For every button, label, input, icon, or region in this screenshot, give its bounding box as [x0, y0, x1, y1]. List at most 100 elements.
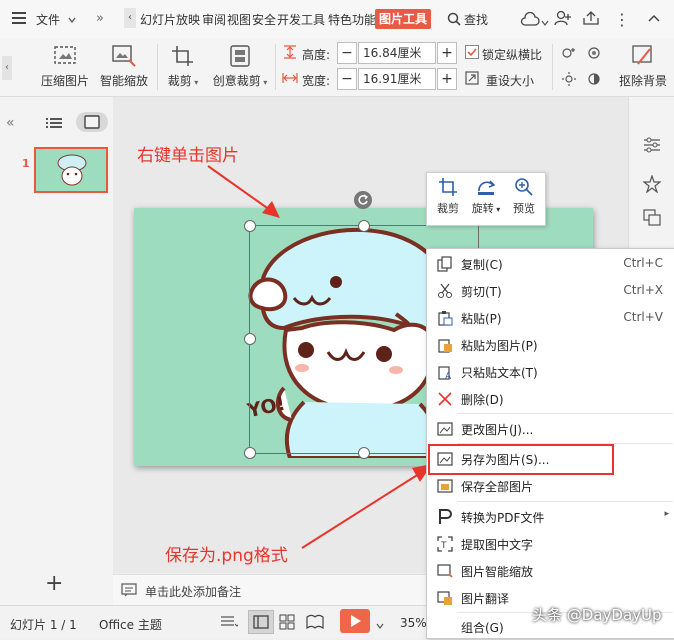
menu-item-smart-zoom[interactable]: 图片智能缩放: [427, 557, 674, 584]
tab-developer[interactable]: 开发工具: [277, 11, 325, 28]
zoom-level[interactable]: 35%: [400, 616, 427, 630]
creative-crop-button[interactable]: 创意裁剪 ▾: [210, 42, 270, 89]
file-menu[interactable]: 文件: [36, 11, 60, 28]
play-slideshow-button[interactable]: [340, 609, 370, 633]
width-label: 宽度:: [302, 74, 331, 88]
smart-zoom-label: 智能缩放: [99, 74, 148, 88]
crop-label: 裁剪: [167, 74, 192, 88]
compress-image-label: 压缩图片: [40, 74, 89, 88]
slide-sorter-icon[interactable]: [279, 614, 295, 633]
contrast-icon[interactable]: [586, 72, 602, 89]
menu-item-extract-text[interactable]: T 提取图中文字: [427, 530, 674, 557]
properties-icon[interactable]: [643, 137, 661, 156]
rotate-dropdown-icon[interactable]: ▾: [494, 205, 500, 214]
paste-image-icon: [438, 339, 452, 353]
collapse-ribbon-icon[interactable]: [648, 12, 660, 26]
thumbnail-view-icon: [84, 115, 100, 129]
mini-preview-button[interactable]: 预览: [507, 177, 541, 216]
collapse-panel-icon[interactable]: «: [6, 115, 15, 131]
reset-size-icon: [465, 71, 479, 88]
lock-ratio-label[interactable]: 锁定纵横比: [482, 46, 542, 63]
mini-crop-button[interactable]: 裁剪: [431, 177, 465, 216]
mini-rotate-button[interactable]: 旋转 ▾: [467, 177, 505, 216]
slide-thumbnail[interactable]: [34, 147, 108, 193]
search-icon[interactable]: [447, 12, 461, 29]
height-decrease-button[interactable]: −: [337, 42, 357, 64]
file-dropdown-icon[interactable]: [68, 13, 76, 27]
save-as-highlight: [428, 444, 614, 475]
search-button[interactable]: 查找: [464, 11, 488, 28]
resize-handle[interactable]: [358, 220, 370, 232]
width-decrease-button[interactable]: −: [337, 68, 357, 90]
height-icon: [282, 45, 298, 62]
reading-view-icon[interactable]: [306, 614, 324, 633]
add-user-icon[interactable]: [554, 10, 572, 29]
color-icon[interactable]: [586, 46, 602, 63]
tab-picture-tools[interactable]: 图片工具: [375, 9, 432, 29]
tab-special[interactable]: 特色功能: [328, 11, 376, 28]
resize-handle[interactable]: [244, 447, 256, 459]
outline-view-icon[interactable]: [46, 117, 62, 132]
tab-view[interactable]: 视图: [227, 11, 251, 28]
rotate-handle-icon[interactable]: [354, 191, 372, 209]
svg-text:T: T: [440, 541, 447, 551]
cloud-dropdown-icon[interactable]: [541, 15, 549, 29]
double-chevron-right-icon[interactable]: »: [96, 11, 104, 26]
normal-view-button[interactable]: [248, 610, 274, 634]
menu-item-copy[interactable]: 复制(C) Ctrl+C: [427, 250, 674, 277]
slideshow-dropdown-icon[interactable]: [376, 618, 384, 632]
tab-security[interactable]: 安全: [252, 11, 276, 28]
height-input[interactable]: 16.84厘米: [358, 42, 436, 64]
transition-icon[interactable]: [643, 209, 661, 230]
hamburger-icon[interactable]: [12, 12, 26, 24]
menu-item-paste-as-image[interactable]: 粘贴为图片(P): [427, 331, 674, 358]
theme-name[interactable]: Office 主题: [99, 616, 162, 633]
notes-toggle-icon[interactable]: [220, 615, 240, 632]
notes-icon: [121, 583, 137, 600]
tab-scroll-left-icon[interactable]: ‹: [124, 8, 136, 28]
mini-preview-label: 预览: [513, 202, 535, 215]
reset-size-button[interactable]: 重设大小: [486, 72, 534, 89]
remove-background-button[interactable]: 抠除背景: [612, 42, 674, 89]
watermark: 头条 @DayDayUp: [532, 606, 662, 624]
notes-placeholder[interactable]: 单击此处添加备注: [145, 583, 241, 600]
change-image-icon: [437, 422, 453, 436]
lock-ratio-checkbox[interactable]: [465, 45, 479, 59]
share-icon[interactable]: [582, 10, 600, 29]
menu-item-convert-pdf[interactable]: 转换为PDF文件 ▸: [427, 503, 674, 530]
annotation-save-png: 保存为.png格式: [165, 546, 288, 566]
tab-review[interactable]: 审阅: [202, 11, 226, 28]
checkmark-icon: [467, 48, 477, 57]
menu-item-change-image[interactable]: 更改图片(J)...: [427, 415, 674, 442]
annotation-arrow-bottom: [301, 464, 432, 549]
creative-crop-dropdown-icon[interactable]: ▾: [261, 78, 267, 87]
tab-slideshow[interactable]: 幻灯片放映: [140, 11, 200, 28]
cloud-sync-icon[interactable]: [520, 11, 540, 29]
compress-image-button[interactable]: 压缩图片: [38, 42, 92, 89]
menu-item-paste-text-only[interactable]: A 只粘贴文本(T): [427, 358, 674, 385]
menu-item-save-all-images[interactable]: 保存全部图片: [427, 472, 674, 499]
width-increase-button[interactable]: +: [437, 68, 457, 90]
brightness-icon[interactable]: [561, 72, 577, 89]
ribbon-scroll-left-icon[interactable]: ‹: [2, 56, 12, 80]
thumbnail-view-toggle[interactable]: [76, 112, 108, 132]
width-input[interactable]: 16.91厘米: [358, 68, 436, 90]
resize-handle[interactable]: [244, 333, 256, 345]
animation-icon[interactable]: [642, 174, 662, 196]
menu-item-delete[interactable]: 删除(D): [427, 385, 674, 412]
smart-zoom-icon: [111, 44, 137, 68]
menu-item-paste[interactable]: 粘贴(P) Ctrl+V: [427, 304, 674, 331]
mini-toolbar: 裁剪 旋转 ▾ 预览: [426, 172, 546, 226]
crop-dropdown-icon[interactable]: ▾: [192, 78, 198, 87]
more-icon[interactable]: ⋮: [614, 10, 630, 29]
crop-button[interactable]: 裁剪 ▾: [162, 42, 204, 89]
menu-separator: [457, 501, 673, 502]
creative-crop-label: 创意裁剪: [212, 74, 261, 88]
effect-icon[interactable]: [561, 46, 577, 63]
menu-item-cut[interactable]: 剪切(T) Ctrl+X: [427, 277, 674, 304]
remove-background-label: 抠除背景: [618, 74, 667, 88]
smart-zoom-button[interactable]: 智能缩放: [96, 42, 152, 89]
play-icon: [351, 615, 361, 627]
add-slide-icon[interactable]: +: [45, 573, 63, 595]
height-increase-button[interactable]: +: [437, 42, 457, 64]
